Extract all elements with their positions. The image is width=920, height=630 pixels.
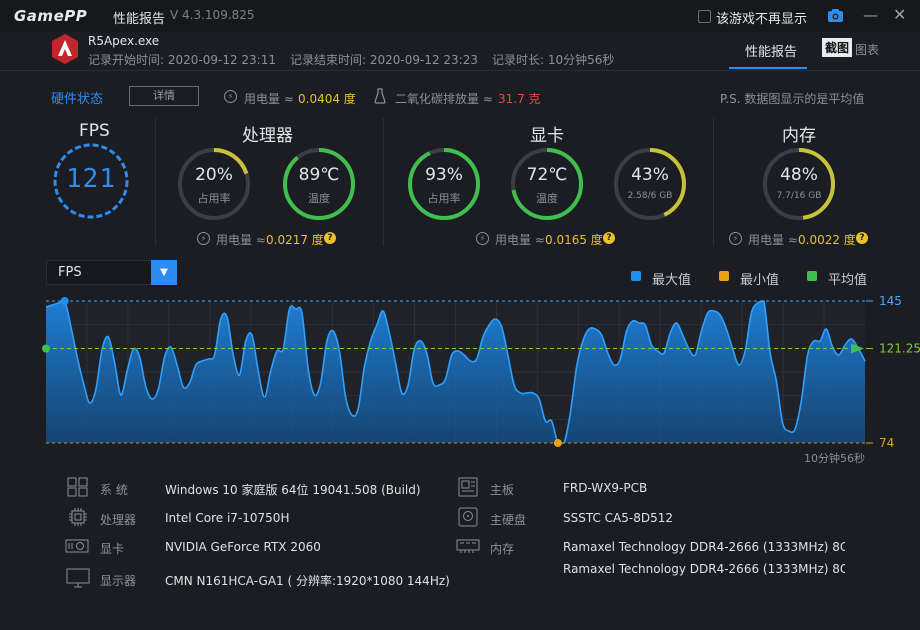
disk-icon [458, 507, 478, 527]
section-divider [155, 118, 156, 246]
help-icon[interactable]: ? [856, 232, 868, 244]
gpu-vram-label: 2.58/6 GB [627, 191, 673, 201]
chevron-down-icon[interactable]: ▼ [151, 260, 177, 285]
gpu-power-value: 0.0165 度 [545, 233, 603, 247]
gpu-label: 显卡 [100, 542, 125, 556]
detail-button[interactable]: 详情 [129, 86, 199, 106]
dont-show-checkbox[interactable] [698, 10, 711, 23]
avg-value-label: 121.25 [879, 342, 920, 356]
motherboard-icon [458, 477, 478, 497]
avg-marker [42, 344, 50, 353]
active-tab-indicator [729, 67, 807, 69]
power-icon: ⚡ [224, 90, 237, 103]
section-divider [713, 118, 714, 246]
game-name: R5Apex.exe [88, 34, 160, 48]
cpu-icon [69, 508, 87, 526]
cpu-usage-label: 占用率 [197, 192, 231, 205]
legend-max-label: 最大值 [652, 273, 692, 288]
record-end: 记录结束时间: 2020-09-12 23:23 [290, 53, 478, 67]
cpu-section-title: 处理器 [242, 126, 293, 146]
power-total-value: 0.0404 度 [298, 92, 356, 106]
record-duration: 记录时长: 10分钟56秒 [492, 53, 615, 67]
fps-area-chart: 145 121.25 74 10分钟56秒 [42, 294, 920, 465]
os-value: Windows 10 家庭版 64位 19041.508 (Build) [165, 483, 421, 497]
gpu-icon [65, 539, 89, 553]
help-icon[interactable]: ? [603, 232, 615, 244]
header-divider [0, 70, 920, 71]
tab-chart[interactable]: 图表 [855, 41, 879, 58]
disk-value: SSSTC CA5-8D512 [563, 511, 674, 525]
cpu-temp-value: 89℃ [298, 165, 340, 185]
app-version: V 4.3.109.825 [170, 8, 255, 22]
memory-value-2: Ramaxel Technology DDR4-2666 (1333MHz) 8… [563, 562, 845, 576]
gpu-value: NVIDIA GeForce RTX 2060 [165, 540, 321, 554]
cpu-temp-label: 温度 [308, 192, 330, 205]
memory-icon [456, 539, 480, 553]
co2-icon [374, 88, 386, 104]
min-value-label: 74 [879, 436, 894, 450]
legend-avg-label: 平均值 [828, 273, 868, 288]
app-logo: GamePP [14, 7, 88, 25]
chart-duration-label: 10分钟56秒 [804, 451, 865, 465]
gpu-temp-label: 温度 [536, 192, 558, 205]
monitor-value: CMN N161HCA-GA1 ( 分辨率:1920*1080 144Hz) [165, 574, 450, 588]
power-total-label: 用电量 ≈ [244, 92, 294, 106]
memory-power-label: 用电量 ≈ [748, 233, 798, 247]
gpu-temp-value: 72℃ [526, 165, 568, 185]
help-icon[interactable]: ? [324, 232, 336, 244]
window-title: 性能报告 [113, 12, 166, 27]
windows-icon [67, 477, 88, 497]
memory-usage-value: 48% [780, 165, 818, 185]
min-marker [553, 439, 562, 447]
record-start: 记录开始时间: 2020-09-12 23:11 [88, 53, 276, 67]
memory-usage-label: 7.7/16 GB [776, 191, 822, 201]
dont-show-label[interactable]: 该游戏不再显示 [716, 8, 807, 27]
power-icon: ⚡ [476, 232, 489, 245]
power-icon: ⚡ [197, 232, 210, 245]
legend-min-swatch [719, 271, 729, 281]
max-value-label: 145 [879, 294, 902, 308]
legend-max-swatch [631, 271, 641, 281]
max-marker [60, 297, 69, 305]
motherboard-value: FRD-WX9-PCB [563, 481, 648, 495]
memory-label: 内存 [490, 542, 515, 556]
hardware-status-title: 硬件状态 [51, 92, 104, 107]
memory-section-title: 内存 [782, 126, 816, 146]
legend-avg-swatch [807, 271, 817, 281]
cpu-power-value: 0.0217 度 [266, 233, 324, 247]
average-note: P.S. 数据图显示的是平均值 [720, 92, 865, 106]
close-icon[interactable]: ✕ [893, 5, 906, 24]
motherboard-label: 主板 [490, 483, 515, 497]
apex-game-icon [52, 34, 78, 64]
gpu-vram-value: 43% [631, 165, 669, 185]
tab-performance-report[interactable]: 性能报告 [745, 41, 797, 60]
minimize-icon[interactable]: — [863, 6, 878, 24]
fps-value: 121 [66, 164, 116, 194]
monitor-label: 显示器 [100, 574, 137, 588]
metric-select-value: FPS [58, 265, 82, 280]
power-icon: ⚡ [729, 232, 742, 245]
cpu-label: 处理器 [100, 513, 137, 527]
gpu-usage-label: 占用率 [427, 192, 461, 205]
disk-label: 主硬盘 [490, 513, 527, 527]
cpu-usage-value: 20% [195, 165, 233, 185]
camera-icon[interactable] [827, 8, 844, 23]
cpu-value: Intel Core i7-10750H [165, 511, 290, 525]
cpu-power-label: 用电量 ≈ [216, 233, 266, 247]
gpu-section-title: 显卡 [530, 126, 564, 146]
memory-power-value: 0.0022 度 [798, 233, 856, 247]
os-label: 系 统 [100, 483, 128, 497]
co2-value: 31.7 克 [498, 92, 541, 106]
gpu-usage-value: 93% [425, 165, 463, 185]
fps-section-title: FPS [79, 121, 110, 141]
co2-label: 二氧化碳排放量 ≈ [395, 92, 493, 106]
memory-value-1: Ramaxel Technology DDR4-2666 (1333MHz) 8… [563, 540, 845, 554]
monitor-icon [66, 568, 90, 588]
legend-min-label: 最小值 [740, 273, 780, 288]
section-divider [383, 118, 384, 246]
gpu-power-label: 用电量 ≈ [495, 233, 545, 247]
tab-screenshot[interactable]: 截图 [822, 38, 853, 57]
